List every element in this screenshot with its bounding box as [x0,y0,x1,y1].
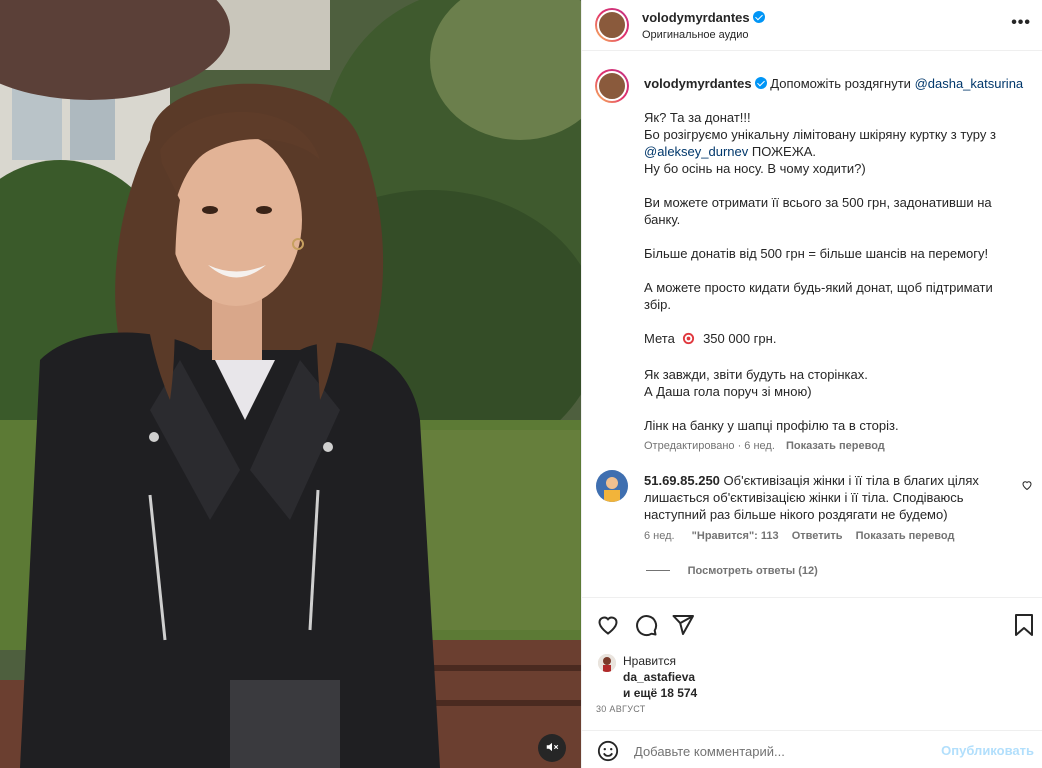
caption-line: @aleksey_durnev ПОЖЕЖА. [644,143,1014,160]
caption-header-line: volodymyrdantes Допоможіть роздягнути @d… [644,75,1034,92]
caption-author-username[interactable]: volodymyrdantes [644,76,752,91]
caption-mention-dasha[interactable]: @dasha_katsurina [915,76,1024,91]
caption-meta: Отредактировано · 6 нед. Показать перево… [644,438,1014,455]
paper-plane-icon [671,615,695,640]
commenter-username[interactable]: 51.69.85.250 [644,473,720,488]
comment-meta: 6 нед. "Нравится": 113 Ответить Показать… [644,530,954,542]
view-replies-label: Посмотреть ответы (12) [687,565,818,577]
caption-mention-aleksey[interactable]: @aleksey_durnev [644,144,748,159]
replies-divider [646,570,670,572]
caption-lead-text: Допоможіть роздягнути [770,76,911,91]
commenter-avatar[interactable] [596,470,628,502]
comment-heart-icon[interactable] [1021,479,1033,494]
author-username[interactable]: volodymyrdantes [642,10,750,25]
save-button[interactable] [1013,613,1035,640]
liker-avatar[interactable] [598,654,616,672]
caption-line: Бо розігруємо унікальну лімітовану шкіря… [644,127,996,142]
likes-others-label: и ещё 18 574 [623,686,698,700]
comment-likes-count[interactable]: "Нравится": 113 [692,530,779,542]
caption-line: Ви можете отримати її всього за 500 грн,… [644,195,992,210]
caption-line: банку. [644,212,681,227]
more-options-button[interactable]: ••• [1011,15,1031,31]
speaker-muted-icon [545,740,559,757]
caption-line: Мета 350 000 грн. [644,330,1014,349]
goal-amount: 350 000 грн. [703,331,777,346]
comment-button[interactable] [634,613,658,640]
target-emoji-icon [682,332,695,349]
caption-line: Лінк на банку у шапці профілю та в сторі… [644,418,899,433]
caption-line-rest: ПОЖЕЖА. [748,144,817,159]
view-replies-button[interactable]: Посмотреть ответы (12) [646,562,818,577]
comment-text: наступний раз більше нікого роздягати не… [644,507,948,522]
mute-button[interactable] [538,734,566,762]
add-comment-bar: Опубликовать [582,730,1042,768]
post-media[interactable] [0,0,581,768]
caption-line: Як? Та за донат!!! [644,110,751,125]
publish-button[interactable]: Опубликовать [941,743,1034,758]
audio-label[interactable]: Оригинальное аудио [642,29,749,41]
share-button[interactable] [671,613,695,640]
heart-icon [596,616,620,640]
post-header: volodymyrdantes Оригинальное аудио ••• [582,0,1042,51]
verified-badge-icon [754,77,767,89]
comment-body: 51.69.85.250 Об'єктивізація жінки і її т… [644,472,1014,523]
bookmark-icon [1013,614,1035,640]
comment-age: 6 нед. [644,530,675,542]
comment-text: Об'єктивізація жінки і її тіла в благих … [723,473,979,488]
post-actions: Нравится da_astafieva и ещё 18 574 30 АВ… [582,597,1042,717]
comment-reply-button[interactable]: Ответить [792,530,843,542]
post-side-panel: volodymyrdantes Оригинальное аудио ••• v… [581,0,1042,768]
likes-prefix: Нравится [623,654,676,668]
caption-translate-button[interactable]: Показать перевод [786,440,885,452]
caption-body: Як? Та за донат!!! Бо розігруємо унікаль… [644,109,1014,455]
post-date[interactable]: 30 АВГУСТ [596,704,646,714]
liker-username[interactable]: da_astafieva [623,669,697,685]
comment-bubble-icon [634,615,658,640]
verified-badge-icon [752,11,765,23]
comment-translate-button[interactable]: Показать перевод [856,530,955,542]
likes-summary: Нравится da_astafieva и ещё 18 574 [623,653,697,701]
smiley-icon [597,740,619,765]
caption-line: збір. [644,297,671,312]
author-avatar[interactable] [595,8,629,42]
emoji-button[interactable] [597,740,619,765]
like-button[interactable] [596,613,620,640]
caption-line: Ну бо осінь на носу. В чому ходити?) [644,161,866,176]
more-horizontal-icon: ••• [1011,14,1031,31]
comments-section: volodymyrdantes Допоможіть роздягнути @d… [582,51,1042,597]
caption-line: Як завжди, звіти будуть на сторінках. [644,367,868,382]
likes-others-count[interactable]: и ещё 18 574 [623,685,697,701]
caption-author-avatar[interactable] [595,69,629,103]
caption-line: Більше донатів від 500 грн = більше шанс… [644,246,989,261]
post-video-frame [0,0,581,768]
caption-edited: Отредактировано · 6 нед. [644,440,775,452]
caption-line: А можете просто кидати будь-який донат, … [644,280,993,295]
goal-label: Мета [644,331,675,346]
comment-input[interactable] [634,741,924,761]
comment-text: лишається об'єктивізацією жінки і її тіл… [644,490,964,505]
caption-line: А Даша гола поруч зі мною) [644,384,812,399]
